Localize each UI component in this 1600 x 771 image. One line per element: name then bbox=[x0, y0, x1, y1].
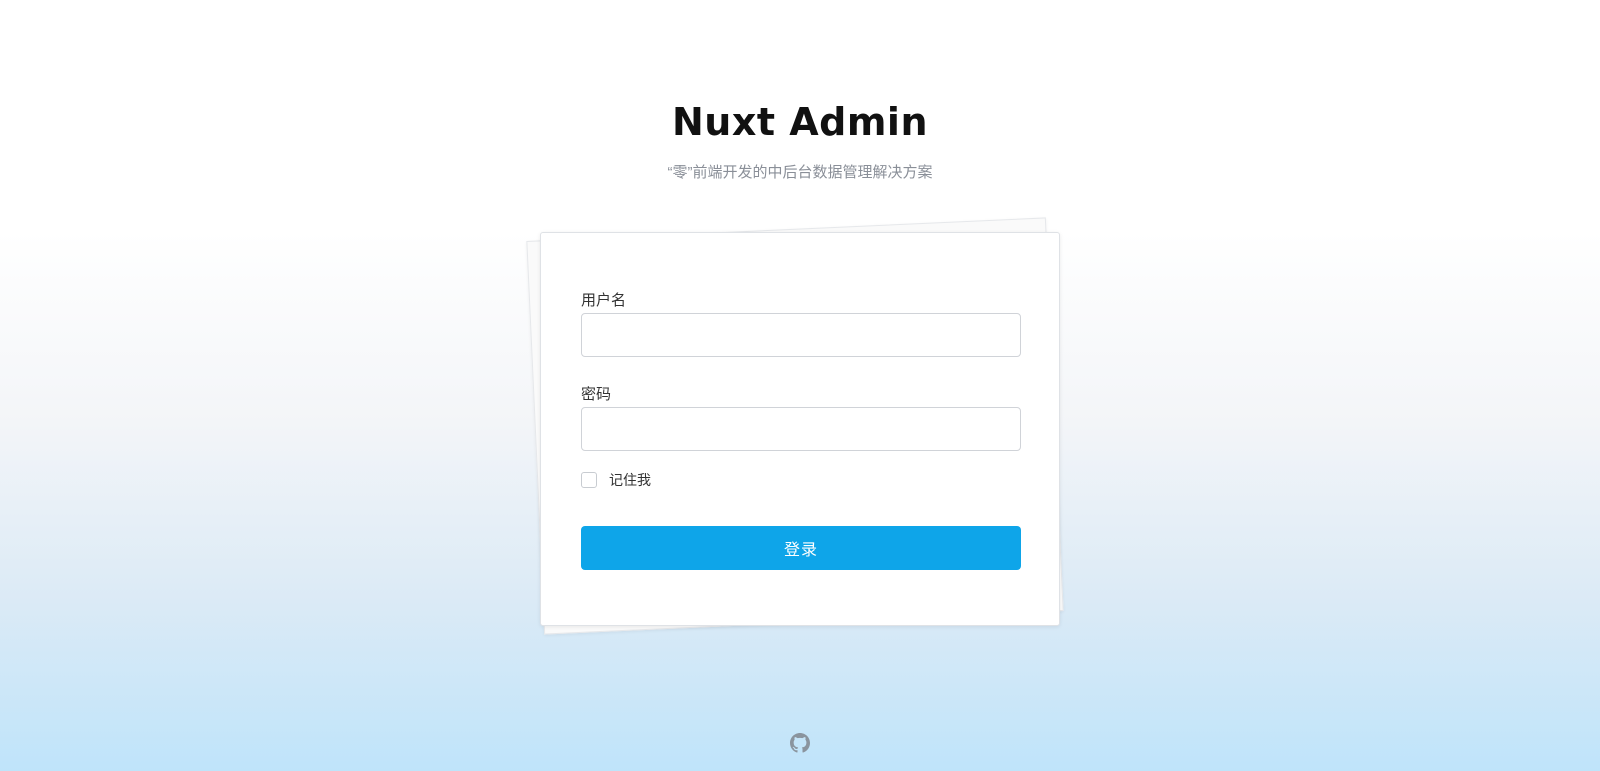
username-label: 用户名 bbox=[581, 292, 627, 309]
username-input[interactable] bbox=[581, 313, 1021, 357]
page-subtitle: “零”前端开发的中后台数据管理解决方案 bbox=[667, 164, 933, 181]
github-icon bbox=[790, 733, 810, 753]
password-input[interactable] bbox=[581, 407, 1021, 451]
login-form: 用户名 密码 记住我 登录 bbox=[540, 232, 1060, 626]
remember-label: 记住我 bbox=[609, 472, 651, 488]
github-link[interactable] bbox=[790, 733, 810, 753]
page-title: Nuxt Admin bbox=[671, 100, 929, 144]
remember-checkbox[interactable] bbox=[581, 472, 597, 488]
remember-me[interactable]: 记住我 bbox=[581, 470, 651, 490]
password-label: 密码 bbox=[581, 386, 612, 403]
login-button[interactable]: 登录 bbox=[581, 526, 1021, 570]
